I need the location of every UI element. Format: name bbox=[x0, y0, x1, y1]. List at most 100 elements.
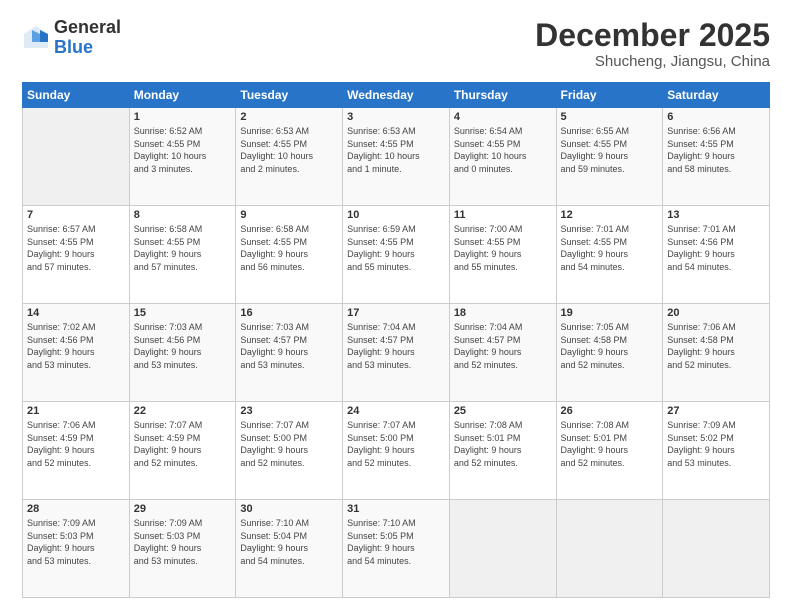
week-row-2: 14 Sunrise: 7:02 AM Sunset: 4:56 PM Dayli… bbox=[23, 304, 770, 402]
header-tuesday: Tuesday bbox=[236, 83, 343, 108]
day-info: Sunrise: 6:56 AM Sunset: 4:55 PM Dayligh… bbox=[667, 125, 765, 175]
day-cell bbox=[449, 500, 556, 598]
day-info: Sunrise: 7:00 AM Sunset: 4:55 PM Dayligh… bbox=[454, 223, 552, 273]
day-info: Sunrise: 6:53 AM Sunset: 4:55 PM Dayligh… bbox=[347, 125, 445, 175]
day-cell: 27 Sunrise: 7:09 AM Sunset: 5:02 PM Dayli… bbox=[663, 402, 770, 500]
header-friday: Friday bbox=[556, 83, 663, 108]
day-cell: 19 Sunrise: 7:05 AM Sunset: 4:58 PM Dayli… bbox=[556, 304, 663, 402]
day-cell: 4Sunrise: 6:54 AM Sunset: 4:55 PM Daylig… bbox=[449, 108, 556, 206]
day-number: 13 bbox=[667, 209, 765, 221]
day-info: Sunrise: 7:03 AM Sunset: 4:56 PM Dayligh… bbox=[134, 321, 232, 371]
day-cell bbox=[556, 500, 663, 598]
day-cell: 15 Sunrise: 7:03 AM Sunset: 4:56 PM Dayli… bbox=[129, 304, 236, 402]
location: Shucheng, Jiangsu, China bbox=[535, 53, 770, 70]
day-info: Sunrise: 6:53 AM Sunset: 4:55 PM Dayligh… bbox=[240, 125, 338, 175]
day-info: Sunrise: 7:09 AM Sunset: 5:02 PM Dayligh… bbox=[667, 419, 765, 469]
month-title: December 2025 bbox=[535, 18, 770, 53]
day-info: Sunrise: 6:54 AM Sunset: 4:55 PM Dayligh… bbox=[454, 125, 552, 175]
day-number: 29 bbox=[134, 503, 232, 515]
day-cell: 9Sunrise: 6:58 AM Sunset: 4:55 PM Daylig… bbox=[236, 206, 343, 304]
header-wednesday: Wednesday bbox=[343, 83, 450, 108]
day-info: Sunrise: 6:55 AM Sunset: 4:55 PM Dayligh… bbox=[561, 125, 659, 175]
day-info: Sunrise: 7:06 AM Sunset: 4:58 PM Dayligh… bbox=[667, 321, 765, 371]
week-row-3: 21 Sunrise: 7:06 AM Sunset: 4:59 PM Dayli… bbox=[23, 402, 770, 500]
day-info: Sunrise: 6:58 AM Sunset: 4:55 PM Dayligh… bbox=[240, 223, 338, 273]
calendar: SundayMondayTuesdayWednesdayThursdayFrid… bbox=[22, 82, 770, 598]
day-number: 17 bbox=[347, 307, 445, 319]
day-cell: 21 Sunrise: 7:06 AM Sunset: 4:59 PM Dayli… bbox=[23, 402, 130, 500]
day-number: 1 bbox=[134, 111, 232, 123]
day-cell: 7 Sunrise: 6:57 AM Sunset: 4:55 PM Daylig… bbox=[23, 206, 130, 304]
day-number: 28 bbox=[27, 503, 125, 515]
day-cell: 28 Sunrise: 7:09 AM Sunset: 5:03 PM Dayli… bbox=[23, 500, 130, 598]
day-info: Sunrise: 7:04 AM Sunset: 4:57 PM Dayligh… bbox=[347, 321, 445, 371]
week-row-1: 7 Sunrise: 6:57 AM Sunset: 4:55 PM Daylig… bbox=[23, 206, 770, 304]
day-number: 5 bbox=[561, 111, 659, 123]
logo: General Blue bbox=[22, 18, 121, 58]
logo-text: General Blue bbox=[54, 18, 121, 58]
day-number: 18 bbox=[454, 307, 552, 319]
day-cell: 11 Sunrise: 7:00 AM Sunset: 4:55 PM Dayli… bbox=[449, 206, 556, 304]
day-info: Sunrise: 7:07 AM Sunset: 5:00 PM Dayligh… bbox=[347, 419, 445, 469]
day-cell: 29 Sunrise: 7:09 AM Sunset: 5:03 PM Dayli… bbox=[129, 500, 236, 598]
day-info: Sunrise: 7:03 AM Sunset: 4:57 PM Dayligh… bbox=[240, 321, 338, 371]
logo-blue-text: Blue bbox=[54, 38, 121, 58]
day-number: 31 bbox=[347, 503, 445, 515]
day-info: Sunrise: 7:10 AM Sunset: 5:05 PM Dayligh… bbox=[347, 517, 445, 567]
day-info: Sunrise: 7:09 AM Sunset: 5:03 PM Dayligh… bbox=[134, 517, 232, 567]
day-number: 3 bbox=[347, 111, 445, 123]
day-info: Sunrise: 7:07 AM Sunset: 5:00 PM Dayligh… bbox=[240, 419, 338, 469]
day-number: 15 bbox=[134, 307, 232, 319]
header-sunday: Sunday bbox=[23, 83, 130, 108]
day-cell: 17 Sunrise: 7:04 AM Sunset: 4:57 PM Dayli… bbox=[343, 304, 450, 402]
day-number: 26 bbox=[561, 405, 659, 417]
day-cell: 16 Sunrise: 7:03 AM Sunset: 4:57 PM Dayli… bbox=[236, 304, 343, 402]
header: General Blue December 2025 Shucheng, Jia… bbox=[22, 18, 770, 70]
day-cell: 8 Sunrise: 6:58 AM Sunset: 4:55 PM Daylig… bbox=[129, 206, 236, 304]
day-cell bbox=[23, 108, 130, 206]
day-number: 19 bbox=[561, 307, 659, 319]
day-info: Sunrise: 7:06 AM Sunset: 4:59 PM Dayligh… bbox=[27, 419, 125, 469]
day-cell: 22Sunrise: 7:07 AM Sunset: 4:59 PM Dayli… bbox=[129, 402, 236, 500]
day-number: 16 bbox=[240, 307, 338, 319]
day-cell: 25Sunrise: 7:08 AM Sunset: 5:01 PM Dayli… bbox=[449, 402, 556, 500]
day-number: 11 bbox=[454, 209, 552, 221]
day-info: Sunrise: 7:01 AM Sunset: 4:55 PM Dayligh… bbox=[561, 223, 659, 273]
day-cell: 30Sunrise: 7:10 AM Sunset: 5:04 PM Dayli… bbox=[236, 500, 343, 598]
day-cell: 31 Sunrise: 7:10 AM Sunset: 5:05 PM Dayli… bbox=[343, 500, 450, 598]
day-cell: 2 Sunrise: 6:53 AM Sunset: 4:55 PM Daylig… bbox=[236, 108, 343, 206]
day-info: Sunrise: 7:08 AM Sunset: 5:01 PM Dayligh… bbox=[561, 419, 659, 469]
day-cell: 1Sunrise: 6:52 AM Sunset: 4:55 PM Daylig… bbox=[129, 108, 236, 206]
day-info: Sunrise: 7:09 AM Sunset: 5:03 PM Dayligh… bbox=[27, 517, 125, 567]
day-number: 21 bbox=[27, 405, 125, 417]
logo-icon bbox=[22, 24, 50, 52]
day-number: 8 bbox=[134, 209, 232, 221]
day-cell: 13Sunrise: 7:01 AM Sunset: 4:56 PM Dayli… bbox=[663, 206, 770, 304]
title-block: December 2025 Shucheng, Jiangsu, China bbox=[535, 18, 770, 70]
day-cell: 6 Sunrise: 6:56 AM Sunset: 4:55 PM Daylig… bbox=[663, 108, 770, 206]
day-number: 6 bbox=[667, 111, 765, 123]
day-info: Sunrise: 7:04 AM Sunset: 4:57 PM Dayligh… bbox=[454, 321, 552, 371]
header-row: SundayMondayTuesdayWednesdayThursdayFrid… bbox=[23, 83, 770, 108]
week-row-4: 28 Sunrise: 7:09 AM Sunset: 5:03 PM Dayli… bbox=[23, 500, 770, 598]
day-info: Sunrise: 7:08 AM Sunset: 5:01 PM Dayligh… bbox=[454, 419, 552, 469]
day-info: Sunrise: 7:05 AM Sunset: 4:58 PM Dayligh… bbox=[561, 321, 659, 371]
day-info: Sunrise: 7:07 AM Sunset: 4:59 PM Dayligh… bbox=[134, 419, 232, 469]
header-saturday: Saturday bbox=[663, 83, 770, 108]
day-number: 10 bbox=[347, 209, 445, 221]
day-cell: 3 Sunrise: 6:53 AM Sunset: 4:55 PM Daylig… bbox=[343, 108, 450, 206]
day-info: Sunrise: 6:58 AM Sunset: 4:55 PM Dayligh… bbox=[134, 223, 232, 273]
day-number: 2 bbox=[240, 111, 338, 123]
week-row-0: 1Sunrise: 6:52 AM Sunset: 4:55 PM Daylig… bbox=[23, 108, 770, 206]
day-number: 30 bbox=[240, 503, 338, 515]
day-number: 7 bbox=[27, 209, 125, 221]
day-info: Sunrise: 7:02 AM Sunset: 4:56 PM Dayligh… bbox=[27, 321, 125, 371]
day-cell: 18 Sunrise: 7:04 AM Sunset: 4:57 PM Dayli… bbox=[449, 304, 556, 402]
day-cell: 20Sunrise: 7:06 AM Sunset: 4:58 PM Dayli… bbox=[663, 304, 770, 402]
header-monday: Monday bbox=[129, 83, 236, 108]
day-number: 14 bbox=[27, 307, 125, 319]
day-cell: 26 Sunrise: 7:08 AM Sunset: 5:01 PM Dayli… bbox=[556, 402, 663, 500]
day-info: Sunrise: 6:57 AM Sunset: 4:55 PM Dayligh… bbox=[27, 223, 125, 273]
day-number: 27 bbox=[667, 405, 765, 417]
day-number: 24 bbox=[347, 405, 445, 417]
